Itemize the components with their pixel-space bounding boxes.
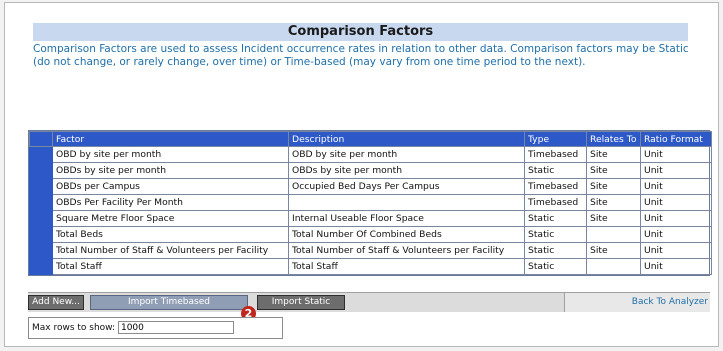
header-row: Factor Description Type Relates To Ratio… — [29, 131, 712, 147]
cell-description: OBDs by site per month — [288, 162, 525, 179]
cell-ratio-format: Unit — [640, 194, 712, 211]
column-header-type[interactable]: Type — [524, 131, 587, 147]
cell-relates-to: Site — [586, 162, 641, 179]
import-timebased-button[interactable]: Import Timebased — [90, 295, 248, 310]
cell-type: Static — [524, 226, 587, 243]
cell-ratio-format: Unit — [640, 178, 712, 195]
factors-table: Factor Description Type Relates To Ratio… — [29, 131, 712, 275]
cell-relates-to: Site — [586, 242, 641, 259]
cell-factor: Total Staff — [52, 258, 289, 275]
cell-factor: OBDs by site per month — [52, 162, 289, 179]
table-row[interactable]: Square Metre Floor Space Internal Useabl… — [29, 210, 712, 227]
cell-ratio-format: Unit — [640, 210, 712, 227]
table-row[interactable]: OBD by site per month OBD by site per mo… — [29, 146, 712, 163]
column-header-description[interactable]: Description — [288, 131, 525, 147]
cell-type: Static — [524, 162, 587, 179]
row-selector[interactable] — [29, 178, 53, 195]
max-rows-input[interactable] — [117, 321, 234, 334]
cell-type: Static — [524, 210, 587, 227]
page-title: Comparison Factors — [33, 23, 688, 41]
max-rows-label: Max rows to show: — [32, 323, 116, 333]
cell-description: Internal Useable Floor Space — [288, 210, 525, 227]
cell-type: Timebased — [524, 194, 587, 211]
row-selector-header — [29, 131, 53, 147]
row-selector[interactable] — [29, 210, 53, 227]
cell-ratio-format: Unit — [640, 242, 712, 259]
cell-relates-to — [586, 258, 641, 275]
cell-ratio-format: Unit — [640, 146, 712, 163]
factors-grid: Factor Description Type Relates To Ratio… — [28, 130, 712, 276]
cell-relates-to — [586, 226, 641, 243]
cell-type: Static — [524, 242, 587, 259]
cell-relates-to: Site — [586, 210, 641, 227]
cell-description: OBD by site per month — [288, 146, 525, 163]
row-selector[interactable] — [29, 146, 53, 163]
cell-ratio-format: Unit — [640, 226, 712, 243]
table-row[interactable]: Total Beds Total Number Of Combined Beds… — [29, 226, 712, 243]
action-bar: Add New... Import Timebased Import Stati… — [28, 292, 710, 312]
cell-description: Total Number of Staff & Volunteers per F… — [288, 242, 525, 259]
cell-description: Total Number Of Combined Beds — [288, 226, 525, 243]
cell-ratio-format: Unit — [640, 258, 712, 275]
cell-description — [288, 194, 525, 211]
column-header-relates-to[interactable]: Relates To — [586, 131, 641, 147]
row-selector[interactable] — [29, 194, 53, 211]
cell-factor: Total Number of Staff & Volunteers per F… — [52, 242, 289, 259]
cell-description: Occupied Bed Days Per Campus — [288, 178, 525, 195]
import-static-button[interactable]: Import Static — [257, 295, 345, 310]
cell-factor: Total Beds — [52, 226, 289, 243]
table-row[interactable]: Total Staff Total Staff Static Unit — [29, 258, 712, 275]
cell-factor: OBDs Per Facility Per Month — [52, 194, 289, 211]
table-row[interactable]: OBDs per Campus Occupied Bed Days Per Ca… — [29, 178, 712, 195]
cell-relates-to: Site — [586, 178, 641, 195]
table-row[interactable]: Total Number of Staff & Volunteers per F… — [29, 242, 712, 259]
cell-ratio-format: Unit — [640, 162, 712, 179]
column-header-factor[interactable]: Factor — [52, 131, 289, 147]
row-selector[interactable] — [29, 258, 53, 275]
table-row[interactable]: OBDs by site per month OBDs by site per … — [29, 162, 712, 179]
row-selector[interactable] — [29, 162, 53, 179]
cell-type: Static — [524, 258, 587, 275]
cell-type: Timebased — [524, 146, 587, 163]
cell-relates-to: Site — [586, 194, 641, 211]
cell-type: Timebased — [524, 178, 587, 195]
cell-factor: OBD by site per month — [52, 146, 289, 163]
cell-factor: Square Metre Floor Space — [52, 210, 289, 227]
row-selector[interactable] — [29, 226, 53, 243]
table-row[interactable]: OBDs Per Facility Per Month Timebased Si… — [29, 194, 712, 211]
back-to-analyzer-link[interactable]: Back To Analyzer — [564, 293, 710, 312]
cell-factor: OBDs per Campus — [52, 178, 289, 195]
max-rows-control: Max rows to show: — [28, 317, 283, 339]
intro-text: Comparison Factors are used to assess In… — [33, 43, 689, 68]
column-header-ratio-format[interactable]: Ratio Format — [640, 131, 712, 147]
cell-relates-to: Site — [586, 146, 641, 163]
add-new-button[interactable]: Add New... — [28, 295, 84, 310]
cell-description: Total Staff — [288, 258, 525, 275]
row-selector[interactable] — [29, 242, 53, 259]
